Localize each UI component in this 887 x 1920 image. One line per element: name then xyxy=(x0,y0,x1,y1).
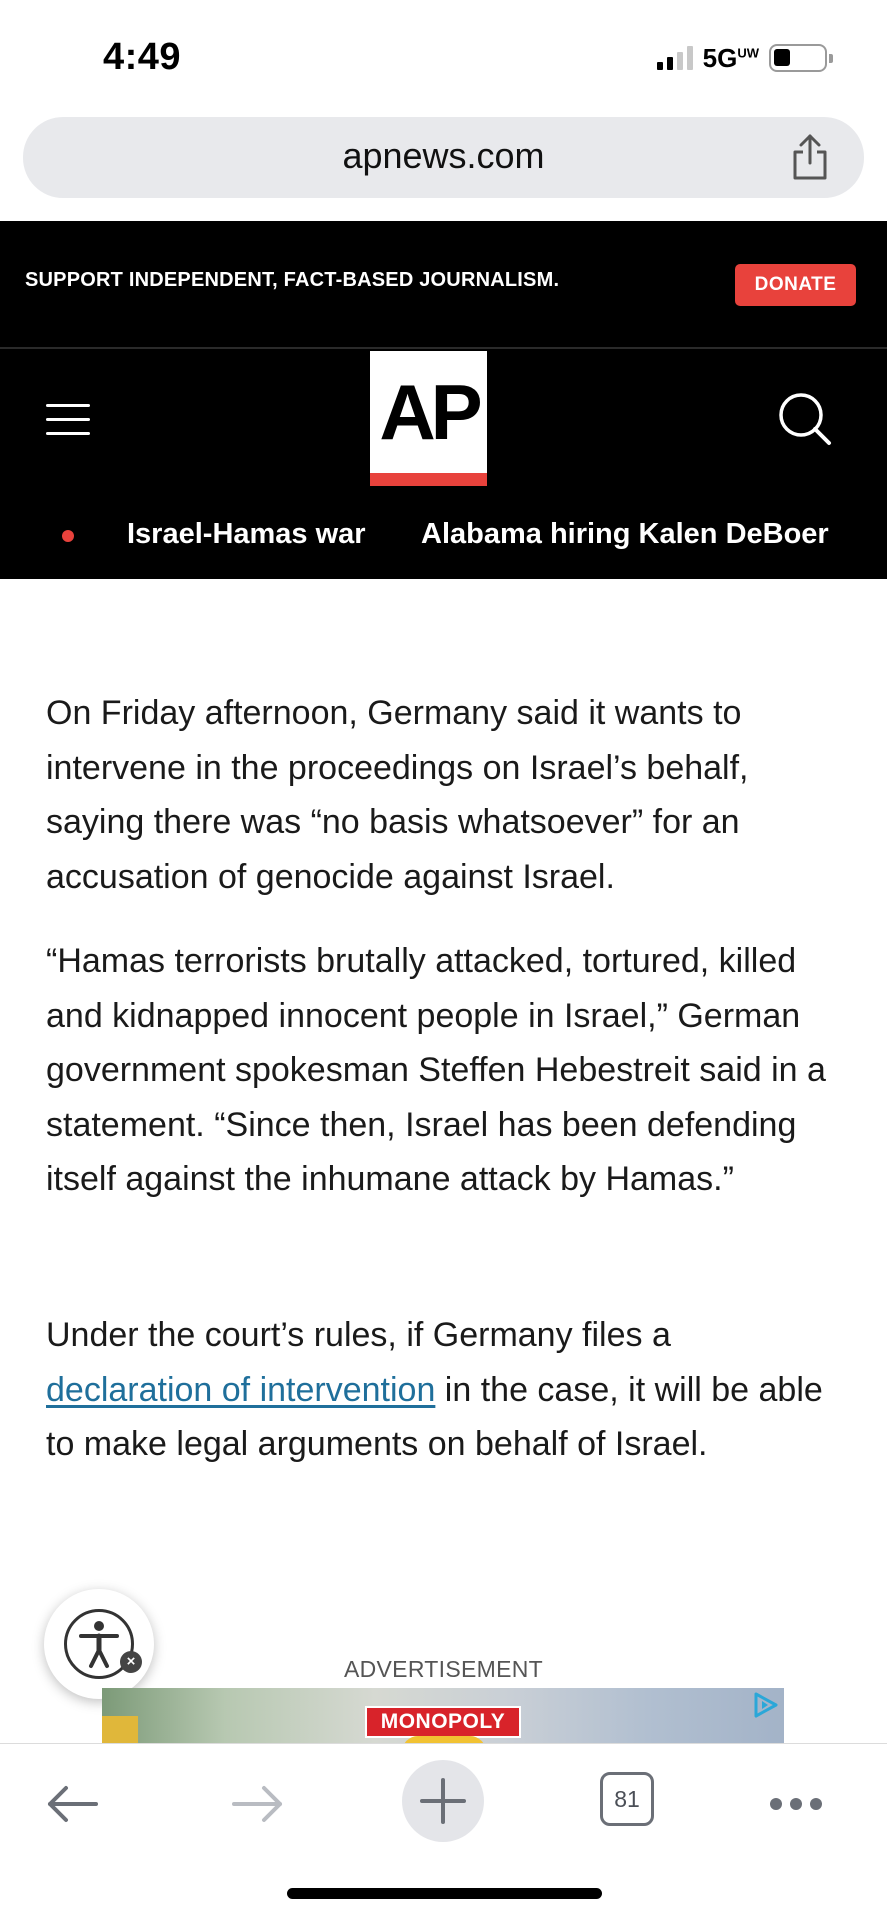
adchoices-icon[interactable] xyxy=(750,1690,780,1720)
declaration-link[interactable]: declaration of intervention xyxy=(46,1371,435,1409)
forward-arrow-icon[interactable] xyxy=(230,1768,286,1840)
ad-decoration xyxy=(102,1716,138,1744)
tabs-button[interactable]: 81 xyxy=(600,1772,658,1830)
status-indicators: 5GUW xyxy=(656,42,833,74)
support-banner: SUPPORT INDEPENDENT, FACT-BASED JOURNALI… xyxy=(0,221,887,347)
advertisement-label: ADVERTISEMENT xyxy=(343,1656,543,1682)
address-bar[interactable]: apnews.com xyxy=(23,117,864,198)
network-indicator: 5GUW xyxy=(702,42,759,73)
plus-icon xyxy=(420,1778,466,1824)
hamburger-icon[interactable] xyxy=(46,404,90,436)
trending-link-israel-hamas[interactable]: Israel-Hamas war xyxy=(127,518,366,551)
article-paragraph: “Hamas terrorists brutally attacked, tor… xyxy=(46,942,826,1198)
more-icon[interactable] xyxy=(768,1794,824,1814)
site-header: AP Israel-Hamas war Alabama hiring Kalen… xyxy=(0,349,887,579)
advertisement-banner[interactable]: MONOPOLY xyxy=(102,1688,784,1744)
status-bar: 4:49 5GUW xyxy=(0,0,887,110)
back-arrow-icon[interactable] xyxy=(44,1768,100,1840)
article-paragraph: Under the court’s rules, if Germany file… xyxy=(46,1316,823,1463)
article-paragraph: On Friday afternoon, Germany said it wan… xyxy=(46,694,749,896)
live-dot-icon xyxy=(62,530,74,542)
ap-logo-bar xyxy=(370,473,487,486)
url-text[interactable]: apnews.com xyxy=(23,135,864,177)
ap-logo[interactable]: AP xyxy=(370,351,487,486)
ap-logo-text: AP xyxy=(379,368,482,456)
battery-icon xyxy=(769,44,833,72)
home-indicator[interactable] xyxy=(287,1888,602,1899)
new-tab-button[interactable] xyxy=(402,1760,484,1842)
support-text: SUPPORT INDEPENDENT, FACT-BASED JOURNALI… xyxy=(25,269,560,291)
search-icon[interactable] xyxy=(777,391,833,447)
trending-link-alabama[interactable]: Alabama hiring Kalen DeBoer xyxy=(421,518,829,551)
monopoly-logo: MONOPOLY xyxy=(365,1706,521,1738)
status-time: 4:49 xyxy=(103,36,182,78)
signal-icon xyxy=(656,46,693,70)
tab-count: 81 xyxy=(614,1786,640,1812)
donate-button[interactable]: DONATE xyxy=(735,264,856,306)
trending-bar: Israel-Hamas war Alabama hiring Kalen De… xyxy=(0,506,887,566)
share-icon[interactable] xyxy=(788,133,832,181)
